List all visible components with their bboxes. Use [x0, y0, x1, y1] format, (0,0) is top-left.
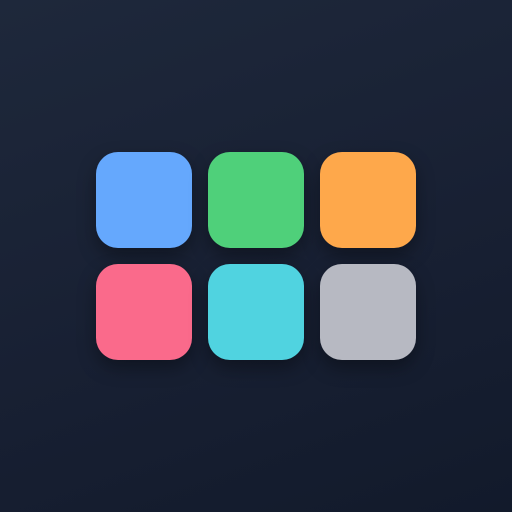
tile-blue [96, 152, 192, 248]
tile-cyan [208, 264, 304, 360]
tile-green [208, 152, 304, 248]
tile-orange [320, 152, 416, 248]
tile-gray [320, 264, 416, 360]
tile-pink [96, 264, 192, 360]
app-icon-canvas [0, 0, 512, 512]
color-tile-grid [96, 152, 416, 360]
